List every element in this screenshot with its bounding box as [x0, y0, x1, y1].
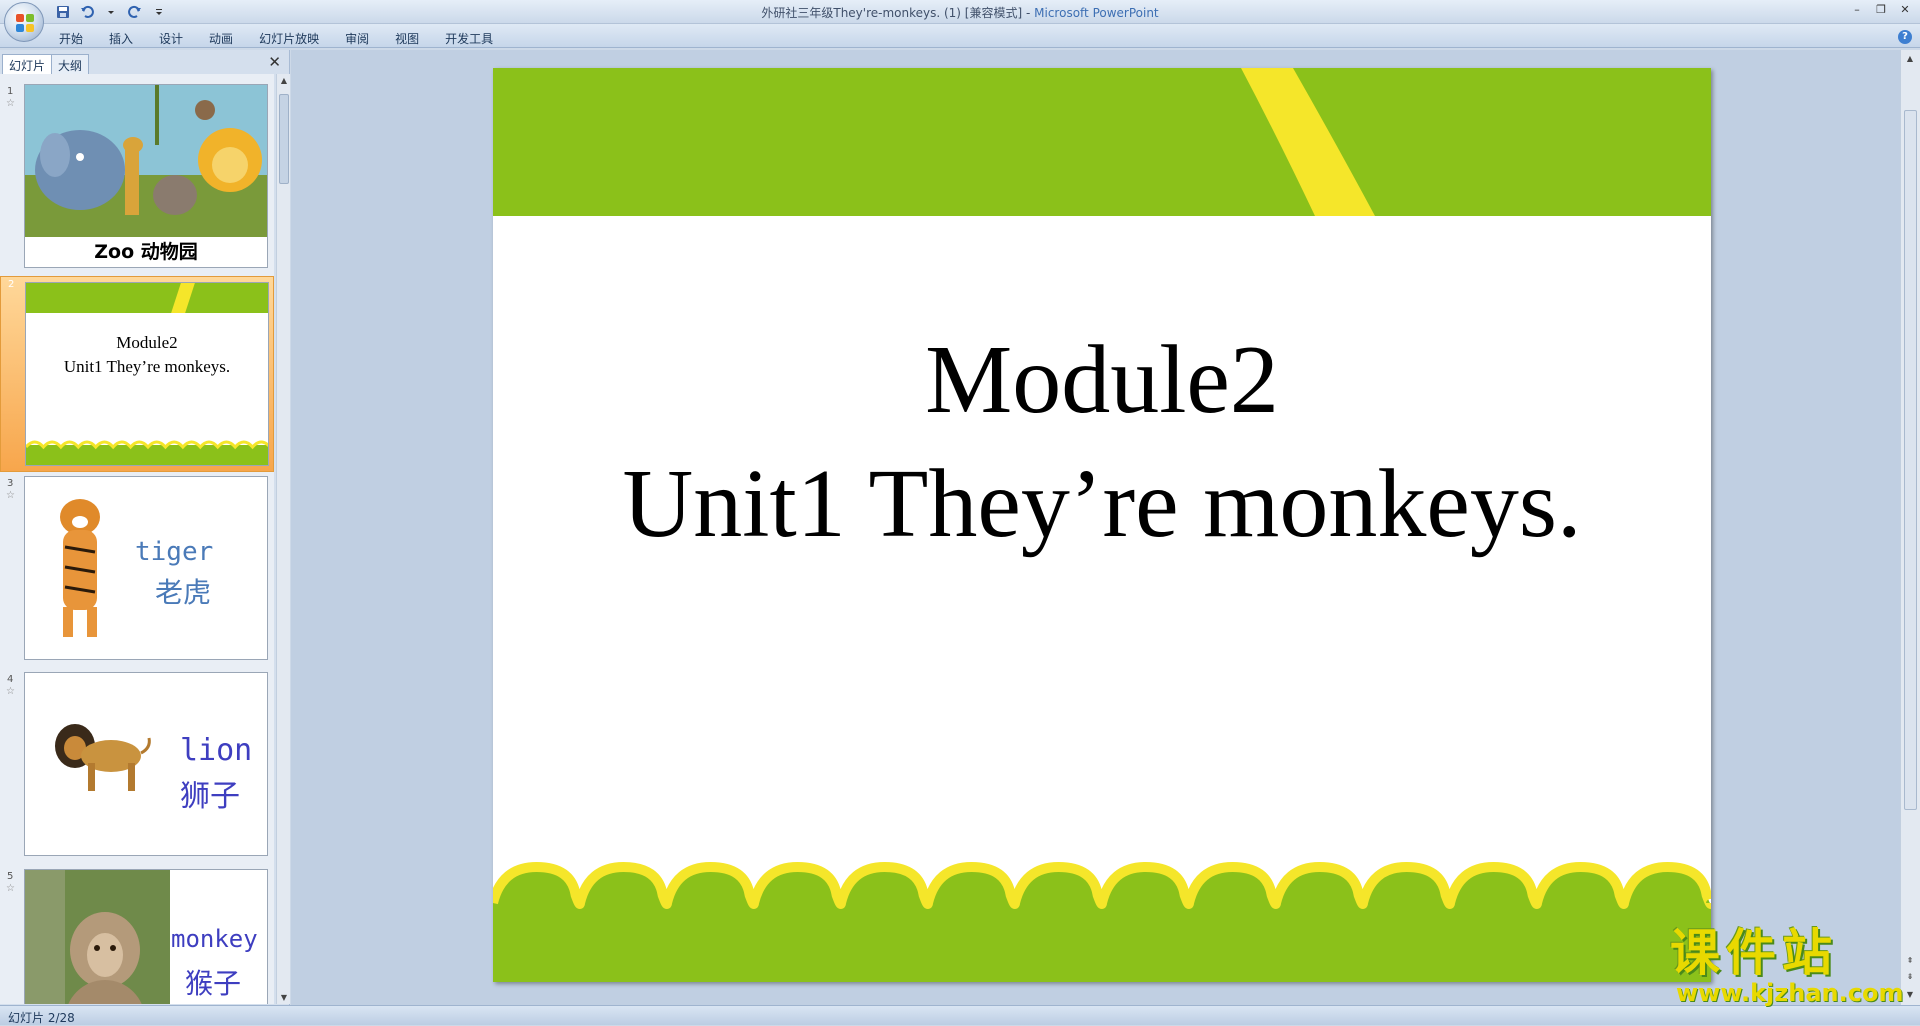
thumbnail-list: 1 ☆ Zoo 动物园 2 Module2 Unit1 They’re monk…	[0, 74, 274, 1004]
thumbnail-slide-2[interactable]: 2 Module2 Unit1 They’re monkeys.	[0, 276, 274, 472]
tab-slides[interactable]: 幻灯片	[2, 54, 53, 74]
tab-slideshow[interactable]: 幻灯片放映	[246, 28, 332, 49]
transition-star-icon: ☆	[6, 883, 15, 894]
scrollbar-thumb[interactable]	[279, 94, 289, 184]
top-green-band	[493, 68, 1711, 216]
watermark-url: www.kjzhan.com	[1676, 979, 1904, 1007]
scroll-down-icon[interactable]: ▼	[279, 993, 289, 1002]
panel-tabs: 幻灯片 大纲	[2, 54, 90, 74]
slide-canvas[interactable]: Module2 Unit1 They’re monkeys.	[493, 68, 1711, 982]
restore-button[interactable]: ❐	[1870, 2, 1892, 16]
ribbon-tabs: 开始 插入 设计 动画 幻灯片放映 审阅 视图 开发工具	[46, 28, 506, 49]
window-controls: – ❐ ✕	[1846, 2, 1916, 16]
ribbon-tab-row: 开始 插入 设计 动画 幻灯片放映 审阅 视图 开发工具 ?	[0, 24, 1920, 48]
slides-panel: 幻灯片 大纲 ✕ 1 ☆ Zoo 动物园 2 Module2 Unit1 The…	[0, 50, 290, 1005]
watermark-logo: 课件站 www.kjzhan.com	[1670, 924, 1910, 1007]
thumbnail-slide-1[interactable]: 1 ☆ Zoo 动物园	[0, 84, 274, 274]
app-name: Microsoft PowerPoint	[1034, 6, 1159, 20]
thumbnail-image-3: tiger 老虎	[24, 476, 268, 660]
window-title: 外研社三年级They're-monkeys. (1) [兼容模式] - Micr…	[761, 6, 1159, 20]
tab-outline[interactable]: 大纲	[51, 54, 90, 74]
help-icon[interactable]: ?	[1898, 30, 1912, 44]
scrollbar-thumb[interactable]	[1904, 110, 1917, 810]
title-line-2: Unit1 They’re monkeys.	[622, 450, 1582, 558]
watermark-text: 课件站	[1670, 924, 1838, 982]
zoo-animals-illustration	[25, 85, 267, 237]
thumbnail-image-4: lion 狮子	[24, 672, 268, 856]
lion-picture	[55, 724, 151, 791]
tab-animations[interactable]: 动画	[196, 28, 246, 49]
office-button[interactable]	[4, 2, 44, 42]
thumbnail-image-5: monkey 猴子	[24, 869, 268, 1004]
scroll-up-icon[interactable]: ▲	[279, 76, 289, 85]
thumbnail-caption: Zoo 动物园	[94, 241, 198, 263]
minimize-button[interactable]: –	[1846, 2, 1868, 16]
transition-star-icon: ☆	[6, 686, 15, 697]
monkey-picture	[25, 870, 170, 1004]
panel-close-icon[interactable]: ✕	[268, 53, 281, 71]
slide-counter: 幻灯片 2/28	[8, 1011, 75, 1025]
tab-design[interactable]: 设计	[146, 28, 196, 49]
thumbnail-image-1: Zoo 动物园	[24, 84, 268, 268]
status-bar: 幻灯片 2/28	[0, 1005, 1920, 1025]
thumbnail-slide-3[interactable]: 3 ☆ tiger 老虎	[0, 476, 274, 666]
slide-title[interactable]: Module2 Unit1 They’re monkeys.	[493, 318, 1711, 566]
thumbnail-image-2: Module2 Unit1 They’re monkeys.	[25, 282, 269, 466]
office-logo-icon	[16, 14, 34, 32]
thumbnail-scrollbar[interactable]: ▲ ▼	[276, 74, 290, 1004]
thumbnail-slide-4[interactable]: 4 ☆ lion 狮子	[0, 672, 274, 862]
title-bar: 外研社三年级They're-monkeys. (1) [兼容模式] - Micr…	[0, 0, 1920, 24]
main-scrollbar[interactable]: ▲ ⇞ ⇟ ▼	[1900, 50, 1920, 1005]
tab-home[interactable]: 开始	[46, 28, 96, 49]
close-button[interactable]: ✕	[1894, 2, 1916, 16]
transition-star-icon: ☆	[6, 490, 15, 501]
document-name: 外研社三年级They're-monkeys. (1) [兼容模式]	[761, 6, 1023, 20]
transition-star-icon: ☆	[6, 98, 15, 109]
scroll-up-icon[interactable]: ▲	[1905, 54, 1915, 63]
tab-review[interactable]: 审阅	[332, 28, 382, 49]
tab-view[interactable]: 视图	[382, 28, 432, 49]
tiger-picture	[60, 499, 100, 637]
tab-insert[interactable]: 插入	[96, 28, 146, 49]
title-line-1: Module2	[925, 326, 1279, 434]
thumbnail-slide-5[interactable]: 5 ☆ monkey 猴子	[0, 869, 274, 1004]
tab-developer[interactable]: 开发工具	[432, 28, 506, 49]
slide-editing-area: Module2 Unit1 They’re monkeys.	[291, 50, 1900, 1005]
